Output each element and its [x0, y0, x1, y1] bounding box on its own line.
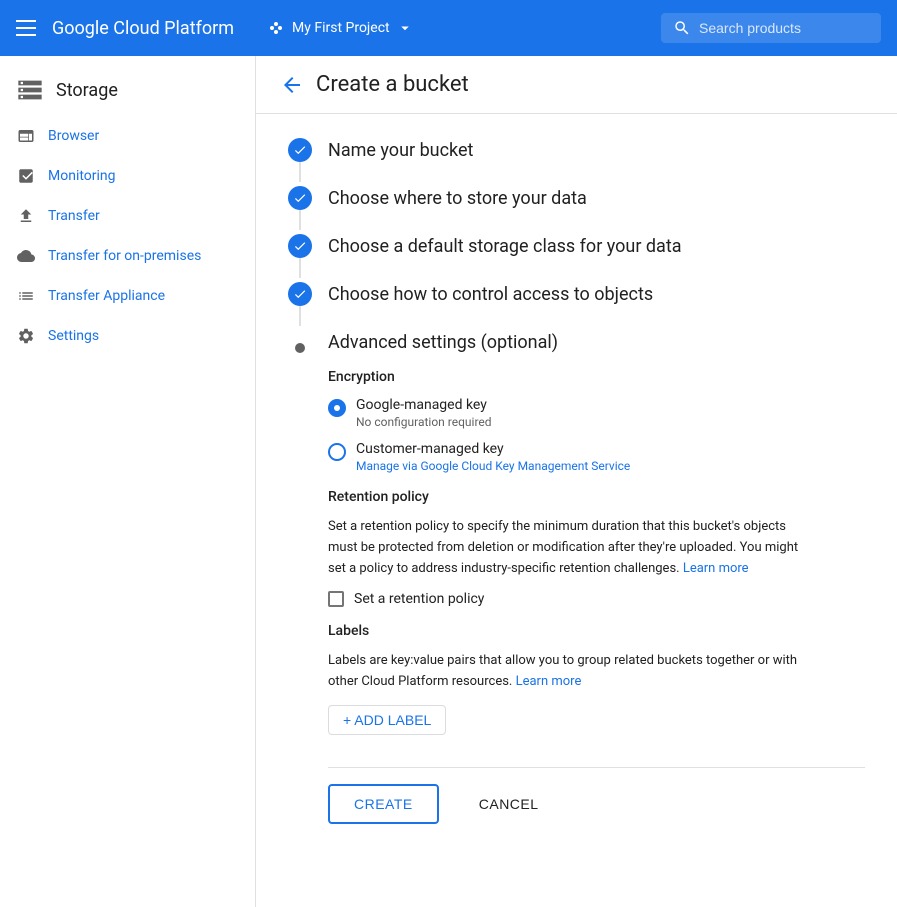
- sidebar-header: Storage: [0, 64, 255, 116]
- radio-customer-managed-input[interactable]: [328, 443, 346, 461]
- advanced-settings-section: Encryption Google-managed key No configu…: [288, 369, 865, 824]
- sidebar-item-settings[interactable]: Settings: [0, 316, 255, 356]
- project-selector[interactable]: My First Project: [266, 18, 414, 38]
- step-check-icon-2: [288, 186, 312, 210]
- search-icon: [673, 19, 691, 37]
- list-icon: [16, 286, 36, 306]
- transfer-icon: [16, 206, 36, 226]
- add-label-btn-label: + ADD LABEL: [343, 712, 431, 728]
- page-header: Create a bucket: [256, 56, 897, 114]
- sidebar-item-transfer-on-premises-label: Transfer for on-premises: [48, 248, 201, 264]
- add-label-button[interactable]: + ADD LABEL: [328, 705, 446, 735]
- search-input[interactable]: [699, 20, 849, 36]
- radio-google-managed-label: Google-managed key: [356, 397, 492, 413]
- sidebar-item-transfer-label: Transfer: [48, 208, 100, 224]
- retention-learn-more-link[interactable]: Learn more: [683, 561, 749, 576]
- action-bar: CREATE CANCEL: [328, 767, 865, 824]
- step-advanced-label[interactable]: Advanced settings (optional): [328, 330, 558, 353]
- chart-icon: [16, 166, 36, 186]
- radio-customer-managed-sublabel: Manage via Google Cloud Key Management S…: [356, 459, 630, 473]
- retention-header: Retention policy: [328, 489, 865, 505]
- project-name: My First Project: [292, 20, 390, 36]
- main-layout: Storage Browser Monitoring Transfer Tran: [0, 56, 897, 907]
- sidebar-item-transfer-appliance-label: Transfer Appliance: [48, 288, 165, 304]
- step-advanced: Advanced settings (optional): [288, 330, 865, 353]
- step-storage-class: Choose a default storage class for your …: [288, 234, 865, 278]
- encryption-header: Encryption: [328, 369, 865, 385]
- step-check-icon-1: [288, 138, 312, 162]
- retention-desc: Set a retention policy to specify the mi…: [328, 517, 808, 579]
- sidebar-item-transfer-on-premises[interactable]: Transfer for on-premises: [0, 236, 255, 276]
- sidebar-item-transfer-appliance[interactable]: Transfer Appliance: [0, 276, 255, 316]
- retention-checkbox-label: Set a retention policy: [354, 591, 484, 607]
- storage-icon: [16, 76, 44, 104]
- sidebar: Storage Browser Monitoring Transfer Tran: [0, 56, 256, 907]
- sidebar-item-settings-label: Settings: [48, 328, 99, 344]
- sidebar-item-browser[interactable]: Browser: [0, 116, 255, 156]
- radio-google-managed-input[interactable]: [328, 399, 346, 417]
- sidebar-item-transfer[interactable]: Transfer: [0, 196, 255, 236]
- retention-checkbox[interactable]: [328, 591, 344, 607]
- create-button[interactable]: CREATE: [328, 784, 439, 824]
- back-button[interactable]: [280, 73, 304, 97]
- steps-area: Name your bucket Choose where to store y…: [256, 114, 897, 848]
- main-content: Create a bucket Name your bucket: [256, 56, 897, 907]
- project-icon: [266, 18, 286, 38]
- sidebar-item-browser-label: Browser: [48, 128, 99, 144]
- labels-learn-more-link[interactable]: Learn more: [516, 674, 582, 689]
- sidebar-title: Storage: [56, 80, 118, 101]
- labels-desc: Labels are key:value pairs that allow yo…: [328, 651, 808, 693]
- radio-google-managed[interactable]: Google-managed key No configuration requ…: [328, 397, 865, 429]
- step-check-icon-3: [288, 234, 312, 258]
- menu-icon[interactable]: [16, 20, 36, 36]
- sidebar-item-monitoring-label: Monitoring: [48, 168, 116, 184]
- cancel-button[interactable]: CANCEL: [455, 786, 563, 822]
- step-check-icon-4: [288, 282, 312, 306]
- step-access-label[interactable]: Choose how to control access to objects: [328, 282, 653, 305]
- top-nav: Google Cloud Platform My First Project: [0, 0, 897, 56]
- labels-header: Labels: [328, 623, 865, 639]
- retention-checkbox-row: Set a retention policy: [328, 591, 865, 607]
- step-name-label[interactable]: Name your bucket: [328, 138, 473, 161]
- page-title: Create a bucket: [316, 72, 469, 97]
- radio-google-managed-sublabel: No configuration required: [356, 415, 492, 429]
- step-access: Choose how to control access to objects: [288, 282, 865, 326]
- chevron-down-icon: [396, 19, 414, 37]
- sidebar-item-monitoring[interactable]: Monitoring: [0, 156, 255, 196]
- radio-customer-managed-label: Customer-managed key: [356, 441, 630, 457]
- gear-icon: [16, 326, 36, 346]
- step-name: Name your bucket: [288, 138, 865, 182]
- step-dot-icon-5: [295, 343, 305, 353]
- cloud-icon: [16, 246, 36, 266]
- step-location: Choose where to store your data: [288, 186, 865, 230]
- step-location-label[interactable]: Choose where to store your data: [328, 186, 587, 209]
- radio-customer-managed[interactable]: Customer-managed key Manage via Google C…: [328, 441, 865, 473]
- app-logo: Google Cloud Platform: [52, 18, 234, 39]
- search-bar[interactable]: [661, 13, 881, 43]
- step-storage-class-label[interactable]: Choose a default storage class for your …: [328, 234, 682, 257]
- database-icon: [16, 126, 36, 146]
